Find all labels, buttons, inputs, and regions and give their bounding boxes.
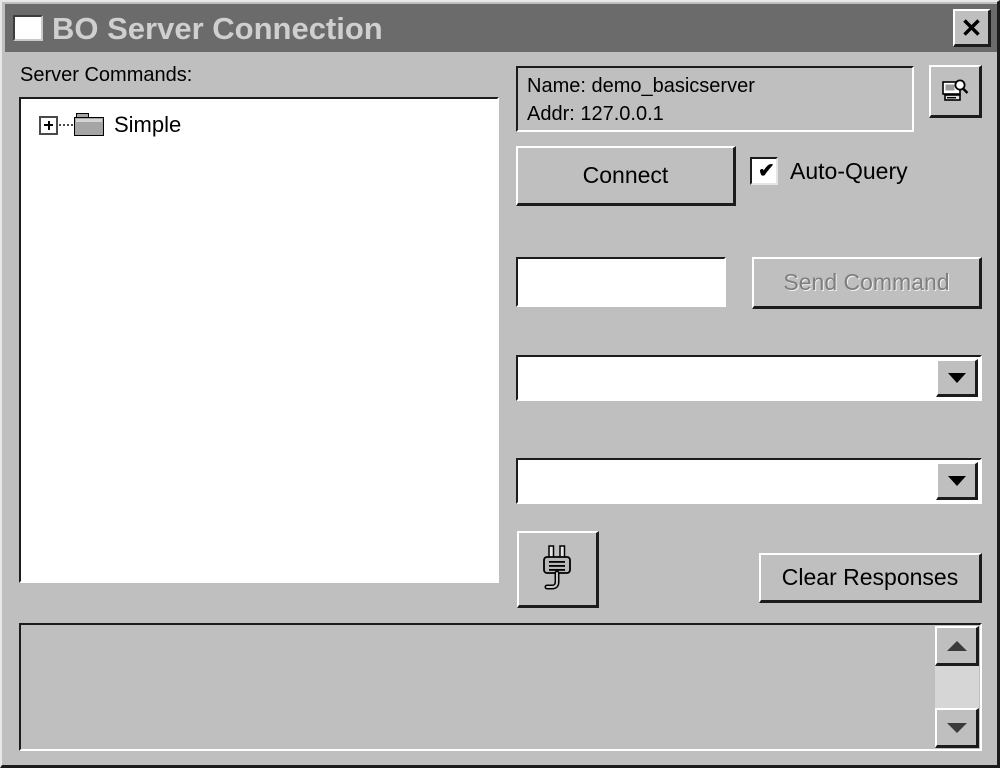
server-browse-icon	[940, 76, 970, 106]
chevron-down-icon	[947, 475, 966, 486]
browse-server-button[interactable]	[929, 65, 982, 118]
command-combo-box-2-value	[518, 460, 936, 502]
clear-responses-button-label: Clear Responses	[781, 564, 959, 590]
checkmark-icon: ✔	[758, 160, 775, 182]
command-combo-box-1-dropdown-button[interactable]	[936, 359, 978, 397]
send-command-button-label: Send Command	[783, 269, 950, 295]
auto-query-checkbox[interactable]: ✔	[750, 157, 778, 185]
server-addr-line: Addr: 127.0.0.1	[527, 103, 664, 125]
scroll-down-button[interactable]	[935, 708, 979, 748]
scroll-up-button[interactable]	[935, 626, 979, 666]
scrollbar-track[interactable]	[935, 666, 979, 708]
tree-connector-line	[59, 124, 73, 126]
chevron-up-icon	[946, 640, 967, 651]
auto-query-label: Auto-Query	[790, 157, 908, 184]
command-combo-box-2-dropdown-button[interactable]	[936, 462, 978, 500]
expand-plus-icon[interactable]	[39, 115, 58, 135]
command-combo-box-2[interactable]	[516, 458, 982, 504]
tree-item-label: Simple	[114, 112, 182, 137]
folder-icon	[74, 113, 104, 137]
send-command-button[interactable]: Send Command	[752, 257, 982, 309]
tree-item-simple[interactable]: Simple	[39, 113, 181, 137]
server-info-box: Name: demo_basicserver Addr: 127.0.0.1	[516, 66, 914, 132]
close-icon: ✕	[960, 12, 983, 43]
command-combo-box-1[interactable]	[516, 355, 982, 401]
response-scrollbar[interactable]	[935, 626, 979, 748]
window-square-icon	[13, 15, 43, 41]
server-commands-label: Server Commands:	[20, 64, 193, 86]
power-plug-icon	[537, 544, 579, 594]
clear-responses-button[interactable]: Clear Responses	[759, 553, 982, 603]
server-name-line: Name: demo_basicserver	[527, 75, 755, 97]
chevron-down-icon	[946, 722, 967, 733]
disconnect-button[interactable]	[517, 531, 599, 608]
bo-server-connection-window: BO Server Connection ✕ Server Commands: …	[0, 0, 1000, 768]
command-input[interactable]	[516, 257, 726, 307]
connect-button[interactable]: Connect	[516, 146, 736, 206]
titlebar: BO Server Connection ✕	[5, 4, 997, 52]
window-title: BO Server Connection	[52, 10, 383, 46]
response-text	[21, 625, 935, 749]
chevron-down-icon	[947, 372, 966, 383]
response-area[interactable]	[19, 623, 982, 751]
connect-button-label: Connect	[582, 162, 669, 188]
server-commands-treeview[interactable]: Simple	[19, 97, 499, 583]
auto-query-checkbox-row[interactable]: ✔ Auto-Query	[750, 157, 908, 185]
close-button[interactable]: ✕	[953, 9, 991, 47]
command-combo-box-1-value	[518, 357, 936, 399]
